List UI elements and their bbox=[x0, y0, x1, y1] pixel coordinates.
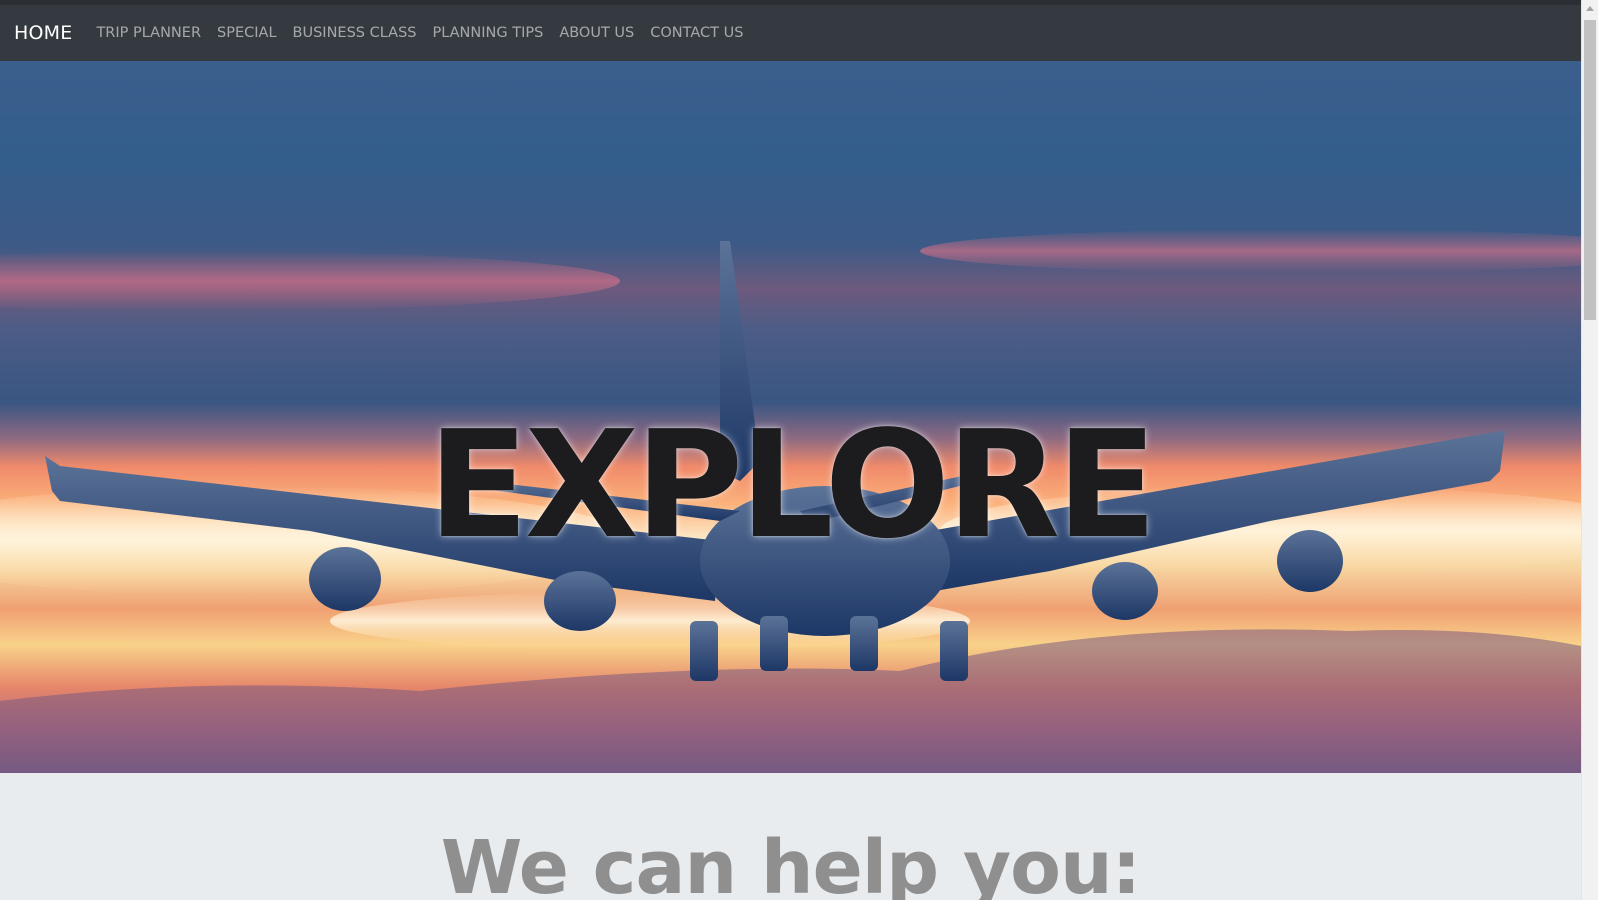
section-heading: We can help you: bbox=[440, 825, 1142, 900]
page-content: HOME TRIP PLANNER SPECIAL BUSINESS CLASS… bbox=[0, 0, 1581, 900]
nav-item-contact-us: CONTACT US bbox=[642, 25, 751, 41]
brand-home-link[interactable]: HOME bbox=[14, 22, 72, 44]
nav-item-about-us: ABOUT US bbox=[551, 25, 642, 41]
nav-item-planning-tips: PLANNING TIPS bbox=[424, 25, 551, 41]
hills bbox=[0, 629, 1581, 773]
nav-item-special: SPECIAL bbox=[209, 25, 285, 41]
nav-item-business-class: BUSINESS CLASS bbox=[285, 25, 425, 41]
scrollbar-thumb[interactable] bbox=[1584, 20, 1596, 320]
page: HOME TRIP PLANNER SPECIAL BUSINESS CLASS… bbox=[0, 0, 1598, 900]
nav-link-business-class[interactable]: BUSINESS CLASS bbox=[285, 25, 425, 41]
nav-link-about-us[interactable]: ABOUT US bbox=[551, 25, 642, 41]
hero-title: EXPLORE bbox=[427, 399, 1158, 572]
nav-link-planning-tips[interactable]: PLANNING TIPS bbox=[424, 25, 551, 41]
nav-item-trip-planner: TRIP PLANNER bbox=[96, 25, 209, 41]
vertical-scrollbar[interactable] bbox=[1581, 0, 1598, 900]
navbar: HOME TRIP PLANNER SPECIAL BUSINESS CLASS… bbox=[0, 5, 1581, 61]
nav-link-contact-us[interactable]: CONTACT US bbox=[642, 25, 751, 41]
scroll-up-arrow-icon[interactable] bbox=[1586, 6, 1594, 11]
help-section: We can help you: bbox=[0, 773, 1581, 900]
cloud-band bbox=[0, 251, 620, 311]
cloud-band bbox=[920, 229, 1581, 273]
nav-menu: TRIP PLANNER SPECIAL BUSINESS CLASS PLAN… bbox=[96, 25, 751, 41]
hero-banner: EXPLORE bbox=[0, 61, 1581, 773]
nav-link-special[interactable]: SPECIAL bbox=[209, 25, 285, 41]
nav-link-trip-planner[interactable]: TRIP PLANNER bbox=[96, 25, 209, 41]
